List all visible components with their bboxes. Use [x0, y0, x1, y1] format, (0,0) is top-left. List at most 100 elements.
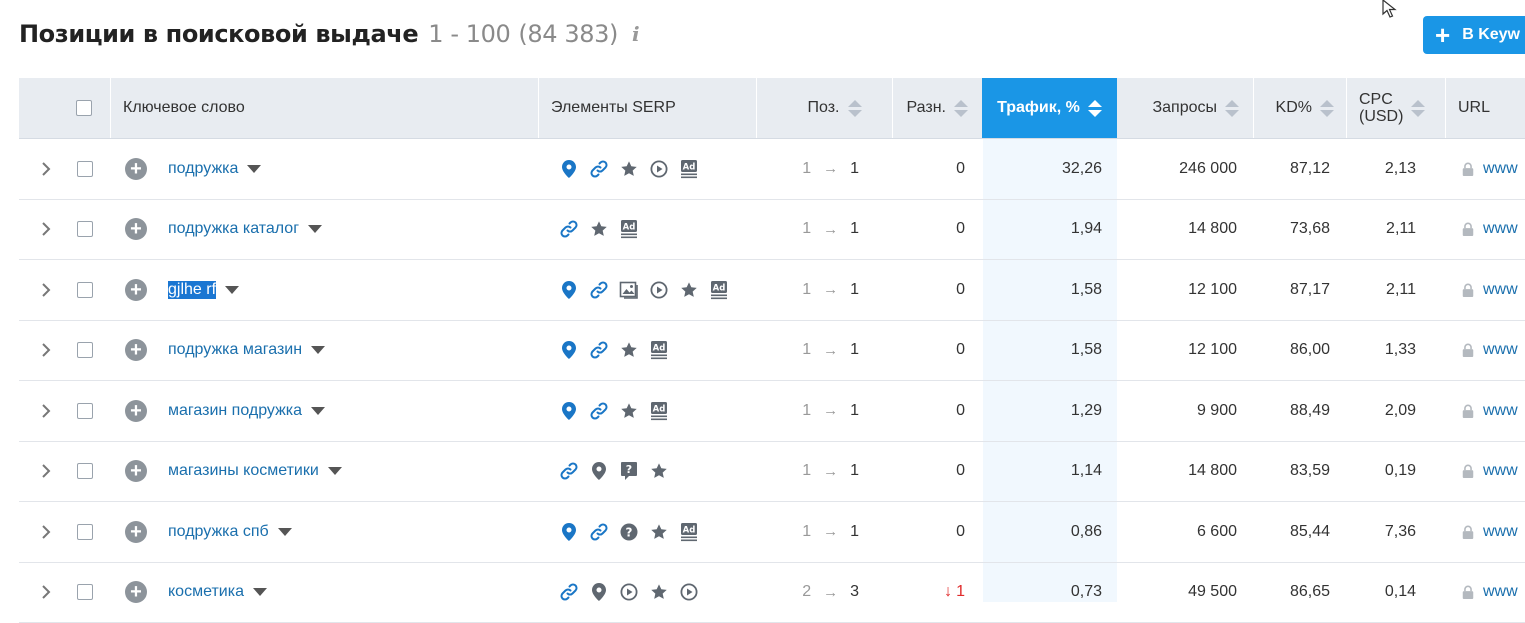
- keyword-text[interactable]: подружка магазин: [168, 341, 302, 359]
- row-checkbox[interactable]: [77, 524, 93, 540]
- video-icon[interactable]: [679, 582, 699, 602]
- expand-row-chevron-icon[interactable]: [41, 139, 55, 198]
- url-link[interactable]: www: [1483, 341, 1518, 359]
- expand-row-chevron-icon[interactable]: [41, 321, 55, 380]
- local-pack-icon[interactable]: [559, 522, 579, 542]
- expand-row-chevron-icon[interactable]: [41, 200, 55, 259]
- caret-down-icon[interactable]: [308, 225, 322, 233]
- caret-down-icon[interactable]: [328, 467, 342, 475]
- add-keyword-button[interactable]: +: [125, 139, 147, 198]
- row-checkbox[interactable]: [77, 282, 93, 298]
- keyword-link[interactable]: подружка спб: [168, 502, 292, 561]
- sitelinks-icon[interactable]: [559, 461, 579, 481]
- reviews-icon[interactable]: [679, 280, 699, 300]
- local-pack-icon[interactable]: [559, 159, 579, 179]
- add-keyword-button[interactable]: +: [125, 381, 147, 440]
- reviews-icon[interactable]: [649, 461, 669, 481]
- ads-icon[interactable]: Ad: [619, 219, 639, 239]
- ads-icon[interactable]: Ad: [649, 401, 669, 421]
- reviews-icon[interactable]: [589, 219, 609, 239]
- add-keyword-button[interactable]: +: [125, 502, 147, 561]
- col-diff[interactable]: Разн.: [892, 78, 982, 138]
- col-cpc[interactable]: CPC (USD): [1346, 78, 1445, 138]
- caret-down-icon[interactable]: [311, 407, 325, 415]
- col-kd[interactable]: KD%: [1253, 78, 1346, 138]
- url-link[interactable]: www: [1483, 523, 1518, 541]
- sitelinks-icon[interactable]: [559, 582, 579, 602]
- add-keyword-button[interactable]: +: [125, 200, 147, 259]
- image-icon[interactable]: [619, 280, 639, 300]
- info-icon[interactable]: i: [632, 22, 640, 46]
- add-to-keyword-manager-button[interactable]: + В Keyw: [1423, 16, 1525, 54]
- local-pack-icon[interactable]: [559, 401, 579, 421]
- keyword-text[interactable]: gjlhe rf: [168, 281, 216, 299]
- col-position[interactable]: Поз.: [756, 78, 892, 138]
- local-pack-gray-icon[interactable]: [589, 582, 609, 602]
- col-traffic[interactable]: Трафик, %: [982, 78, 1117, 138]
- reviews-icon[interactable]: [649, 522, 669, 542]
- keyword-text[interactable]: подружка спб: [168, 523, 269, 541]
- expand-row-chevron-icon[interactable]: [41, 381, 55, 440]
- add-keyword-button[interactable]: +: [125, 442, 147, 501]
- video-icon[interactable]: [649, 159, 669, 179]
- add-keyword-button[interactable]: +: [125, 260, 147, 319]
- row-checkbox[interactable]: [77, 221, 93, 237]
- url-link[interactable]: www: [1483, 281, 1518, 299]
- local-pack-icon[interactable]: [559, 340, 579, 360]
- question-icon[interactable]: ?: [619, 522, 639, 542]
- select-all-checkbox[interactable]: [76, 100, 92, 116]
- reviews-icon[interactable]: [619, 401, 639, 421]
- url-link[interactable]: www: [1483, 583, 1518, 601]
- keyword-text[interactable]: магазины косметики: [168, 462, 319, 480]
- keyword-link[interactable]: косметика: [168, 563, 267, 622]
- expand-row-chevron-icon[interactable]: [41, 502, 55, 561]
- ads-icon[interactable]: Ad: [709, 280, 729, 300]
- keyword-link[interactable]: магазины косметики: [168, 442, 342, 501]
- local-pack-gray-icon[interactable]: [589, 461, 609, 481]
- keyword-text[interactable]: косметика: [168, 583, 244, 601]
- expand-row-chevron-icon[interactable]: [41, 563, 55, 622]
- sitelinks-icon[interactable]: [589, 401, 609, 421]
- sitelinks-icon[interactable]: [589, 522, 609, 542]
- expand-row-chevron-icon[interactable]: [41, 260, 55, 319]
- keyword-link[interactable]: подружка магазин: [168, 321, 325, 380]
- row-checkbox[interactable]: [77, 463, 93, 479]
- sitelinks-icon[interactable]: [589, 280, 609, 300]
- keyword-text[interactable]: магазин подружка: [168, 402, 302, 420]
- keyword-link[interactable]: подружка: [168, 139, 261, 198]
- keyword-link[interactable]: gjlhe rf: [168, 260, 239, 319]
- url-link[interactable]: www: [1483, 160, 1518, 178]
- url-link[interactable]: www: [1483, 402, 1518, 420]
- row-checkbox[interactable]: [77, 403, 93, 419]
- add-keyword-button[interactable]: +: [125, 321, 147, 380]
- col-volume[interactable]: Запросы: [1117, 78, 1253, 138]
- add-keyword-button[interactable]: +: [125, 563, 147, 622]
- sitelinks-icon[interactable]: [589, 340, 609, 360]
- url-link[interactable]: www: [1483, 462, 1518, 480]
- row-checkbox[interactable]: [77, 584, 93, 600]
- ads-icon[interactable]: Ad: [679, 522, 699, 542]
- caret-down-icon[interactable]: [253, 588, 267, 596]
- reviews-icon[interactable]: [619, 159, 639, 179]
- row-checkbox[interactable]: [77, 161, 93, 177]
- keyword-text[interactable]: подружка каталог: [168, 220, 299, 238]
- ads-icon[interactable]: Ad: [679, 159, 699, 179]
- sitelinks-icon[interactable]: [589, 159, 609, 179]
- url-link[interactable]: www: [1483, 220, 1518, 238]
- keyword-link[interactable]: магазин подружка: [168, 381, 325, 440]
- expand-row-chevron-icon[interactable]: [41, 442, 55, 501]
- caret-down-icon[interactable]: [225, 286, 239, 294]
- reviews-icon[interactable]: [619, 340, 639, 360]
- caret-down-icon[interactable]: [278, 528, 292, 536]
- reviews-icon[interactable]: [649, 582, 669, 602]
- faq-icon[interactable]: ?: [619, 461, 639, 481]
- local-pack-icon[interactable]: [559, 280, 579, 300]
- video-icon[interactable]: [619, 582, 639, 602]
- keyword-link[interactable]: подружка каталог: [168, 200, 322, 259]
- video-icon[interactable]: [649, 280, 669, 300]
- ads-icon[interactable]: Ad: [649, 340, 669, 360]
- row-checkbox[interactable]: [77, 342, 93, 358]
- caret-down-icon[interactable]: [247, 165, 261, 173]
- keyword-text[interactable]: подружка: [168, 160, 238, 178]
- caret-down-icon[interactable]: [311, 346, 325, 354]
